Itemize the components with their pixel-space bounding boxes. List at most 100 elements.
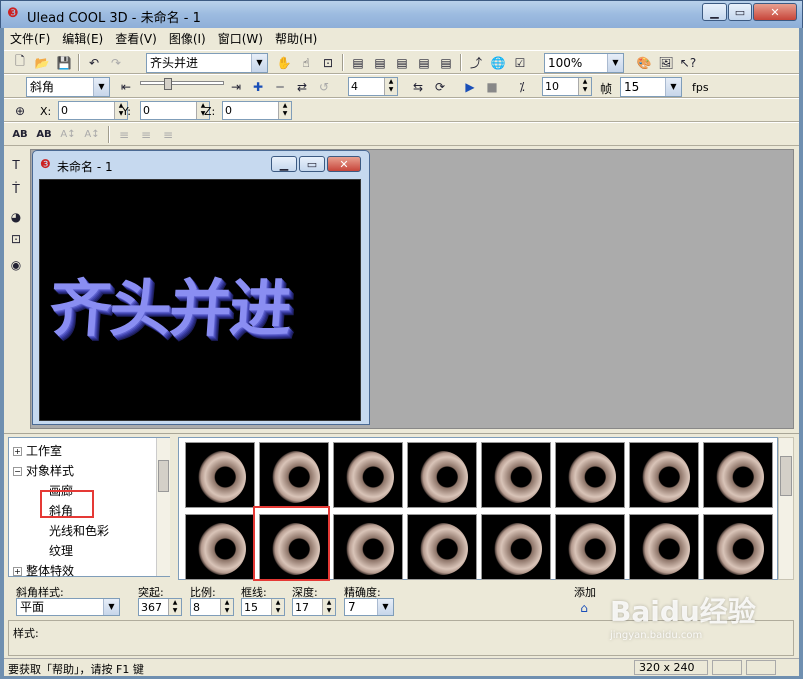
bevel-thumbnail[interactable]: [629, 514, 699, 580]
doc-minimize-button[interactable]: ▁: [271, 156, 297, 172]
bevel-thumbnail[interactable]: [407, 442, 477, 508]
cursor-button[interactable]: ⤴: [466, 53, 486, 72]
bevel-thumbnail[interactable]: [185, 442, 255, 508]
object-select[interactable]: 齐头并进 ▼: [146, 53, 268, 73]
y-field[interactable]: 0 ▲ ▼: [140, 101, 210, 120]
motion-path-button[interactable]: ⁒: [512, 77, 532, 96]
view-top-button[interactable]: ▤: [370, 53, 390, 72]
add-button[interactable]: ⌂: [574, 598, 594, 617]
protrude-field[interactable]: 367 ▲ ▼: [138, 598, 182, 616]
bevel-thumbnail[interactable]: [481, 514, 551, 580]
tree-scroll-thumb[interactable]: [158, 460, 169, 492]
image-button[interactable]: 🖼: [656, 53, 676, 72]
scale-field[interactable]: 8 ▲ ▼: [190, 598, 234, 616]
spinner-arrows-icon[interactable]: ▲ ▼: [578, 78, 591, 95]
remove-keyframe-button[interactable]: ━: [270, 77, 290, 96]
camera-button[interactable]: ◉: [6, 255, 26, 274]
thumbnail-scrollbar[interactable]: [778, 437, 794, 580]
timeline-slider[interactable]: [140, 81, 224, 85]
bevel-thumbnail[interactable]: [407, 514, 477, 580]
font-size-down-button[interactable]: A↕: [82, 125, 102, 144]
bevel-thumbnail[interactable]: [259, 442, 329, 508]
insert-text-button[interactable]: T: [6, 155, 26, 174]
stop-button[interactable]: ■: [482, 77, 502, 96]
bevel-style-select[interactable]: 平面 ▼: [16, 598, 120, 616]
tree-item-global-effects[interactable]: + 整体特效: [13, 562, 74, 579]
checklist-button[interactable]: ☑: [510, 53, 530, 72]
bevel-thumbnail[interactable]: [555, 442, 625, 508]
insert-object-button[interactable]: ◕: [6, 207, 26, 226]
size-tool-button[interactable]: ⊡: [318, 53, 338, 72]
font-size-up-button[interactable]: A↕: [58, 125, 78, 144]
menu-help[interactable]: 帮助(H): [269, 30, 323, 49]
doc-close-button[interactable]: ✕: [327, 156, 361, 172]
view-front-button[interactable]: ▤: [348, 53, 368, 72]
frame-number-field[interactable]: 4 ▲ ▼: [348, 77, 398, 96]
collapse-icon[interactable]: −: [13, 467, 22, 476]
spinner-arrows-icon[interactable]: ▲ ▼: [220, 599, 233, 615]
x-field[interactable]: 0 ▲ ▼: [58, 101, 128, 120]
paint-button[interactable]: 🎨: [634, 53, 654, 72]
align-right-button[interactable]: ≡: [158, 125, 178, 144]
bevel-thumbnail[interactable]: [481, 442, 551, 508]
bevel-thumbnail[interactable]: [333, 514, 403, 580]
first-keyframe-button[interactable]: ⇤: [116, 77, 136, 96]
reverse-button[interactable]: ⇄: [292, 77, 312, 96]
render-canvas[interactable]: 齐头并进: [39, 179, 361, 421]
rotate-tool-button[interactable]: ☝: [296, 53, 316, 72]
bevel-thumbnail[interactable]: [703, 514, 773, 580]
view-bottom-button[interactable]: ▤: [436, 53, 456, 72]
loop-button[interactable]: ↺: [314, 77, 334, 96]
fps-select[interactable]: 15 ▼: [620, 77, 682, 97]
spinner-arrows-icon[interactable]: ▲ ▼: [278, 102, 291, 119]
bevel-thumbnail[interactable]: [555, 514, 625, 580]
align-left-button[interactable]: ≡: [114, 125, 134, 144]
play-button[interactable]: ▶: [460, 77, 480, 96]
menu-edit[interactable]: 编辑(E): [56, 30, 109, 49]
new-file-button[interactable]: 🗋: [10, 53, 30, 72]
view-back-button[interactable]: ▤: [414, 53, 434, 72]
menu-window[interactable]: 窗口(W): [212, 30, 269, 49]
text-italic-button[interactable]: AB: [34, 125, 54, 144]
bevel-thumbnail[interactable]: [333, 442, 403, 508]
tree-item-studio[interactable]: + 工作室: [13, 442, 62, 459]
help-pointer-button[interactable]: ↖?: [678, 53, 698, 72]
edit-text-button[interactable]: Ṫ: [6, 179, 26, 198]
tree-item-light-color[interactable]: 光线和色彩: [49, 522, 109, 539]
text-bold-button[interactable]: AB: [10, 125, 30, 144]
z-field[interactable]: 0 ▲ ▼: [222, 101, 292, 120]
undo-button[interactable]: ↶: [84, 53, 104, 72]
3d-text-object[interactable]: 齐头并进: [47, 258, 293, 348]
close-button[interactable]: ✕: [753, 3, 797, 21]
expand-icon[interactable]: +: [13, 447, 22, 456]
minimize-button[interactable]: ▁: [702, 3, 727, 21]
tree-item-texture[interactable]: 纹理: [49, 542, 73, 559]
view-side-button[interactable]: ▤: [392, 53, 412, 72]
frame-line-field[interactable]: 15 ▲ ▼: [241, 598, 285, 616]
pan-tool-button[interactable]: ✋: [274, 53, 294, 72]
select-object-button[interactable]: ⊡: [6, 229, 26, 248]
thumb-scroll-thumb[interactable]: [780, 456, 792, 496]
menu-image[interactable]: 图像(I): [163, 30, 212, 49]
menu-view[interactable]: 查看(V): [109, 30, 163, 49]
tree-item-object-style[interactable]: − 对象样式: [13, 462, 74, 479]
depth-field[interactable]: 17 ▲ ▼: [292, 598, 336, 616]
spinner-arrows-icon[interactable]: ▲ ▼: [168, 599, 181, 615]
align-center-button[interactable]: ≡: [136, 125, 156, 144]
zoom-select[interactable]: 100% ▼: [544, 53, 624, 73]
spinner-arrows-icon[interactable]: ▲ ▼: [322, 599, 335, 615]
bevel-thumbnail[interactable]: [629, 442, 699, 508]
expand-icon[interactable]: +: [13, 567, 22, 576]
bevel-thumbnail[interactable]: [703, 442, 773, 508]
open-button[interactable]: 📂: [32, 53, 52, 72]
bevel-thumbnail[interactable]: [185, 514, 255, 580]
position-tool-button[interactable]: ⊕: [10, 101, 30, 120]
spinner-arrows-icon[interactable]: ▲ ▼: [271, 599, 284, 615]
repeat-button[interactable]: ⇆: [408, 77, 428, 96]
spinner-arrows-icon[interactable]: ▲ ▼: [384, 78, 397, 95]
precision-select[interactable]: 7 ▼: [344, 598, 394, 616]
maximize-button[interactable]: ▭: [728, 3, 752, 21]
save-button[interactable]: 💾: [54, 53, 74, 72]
menu-file[interactable]: 文件(F): [4, 30, 56, 49]
redo-button[interactable]: ↷: [106, 53, 126, 72]
